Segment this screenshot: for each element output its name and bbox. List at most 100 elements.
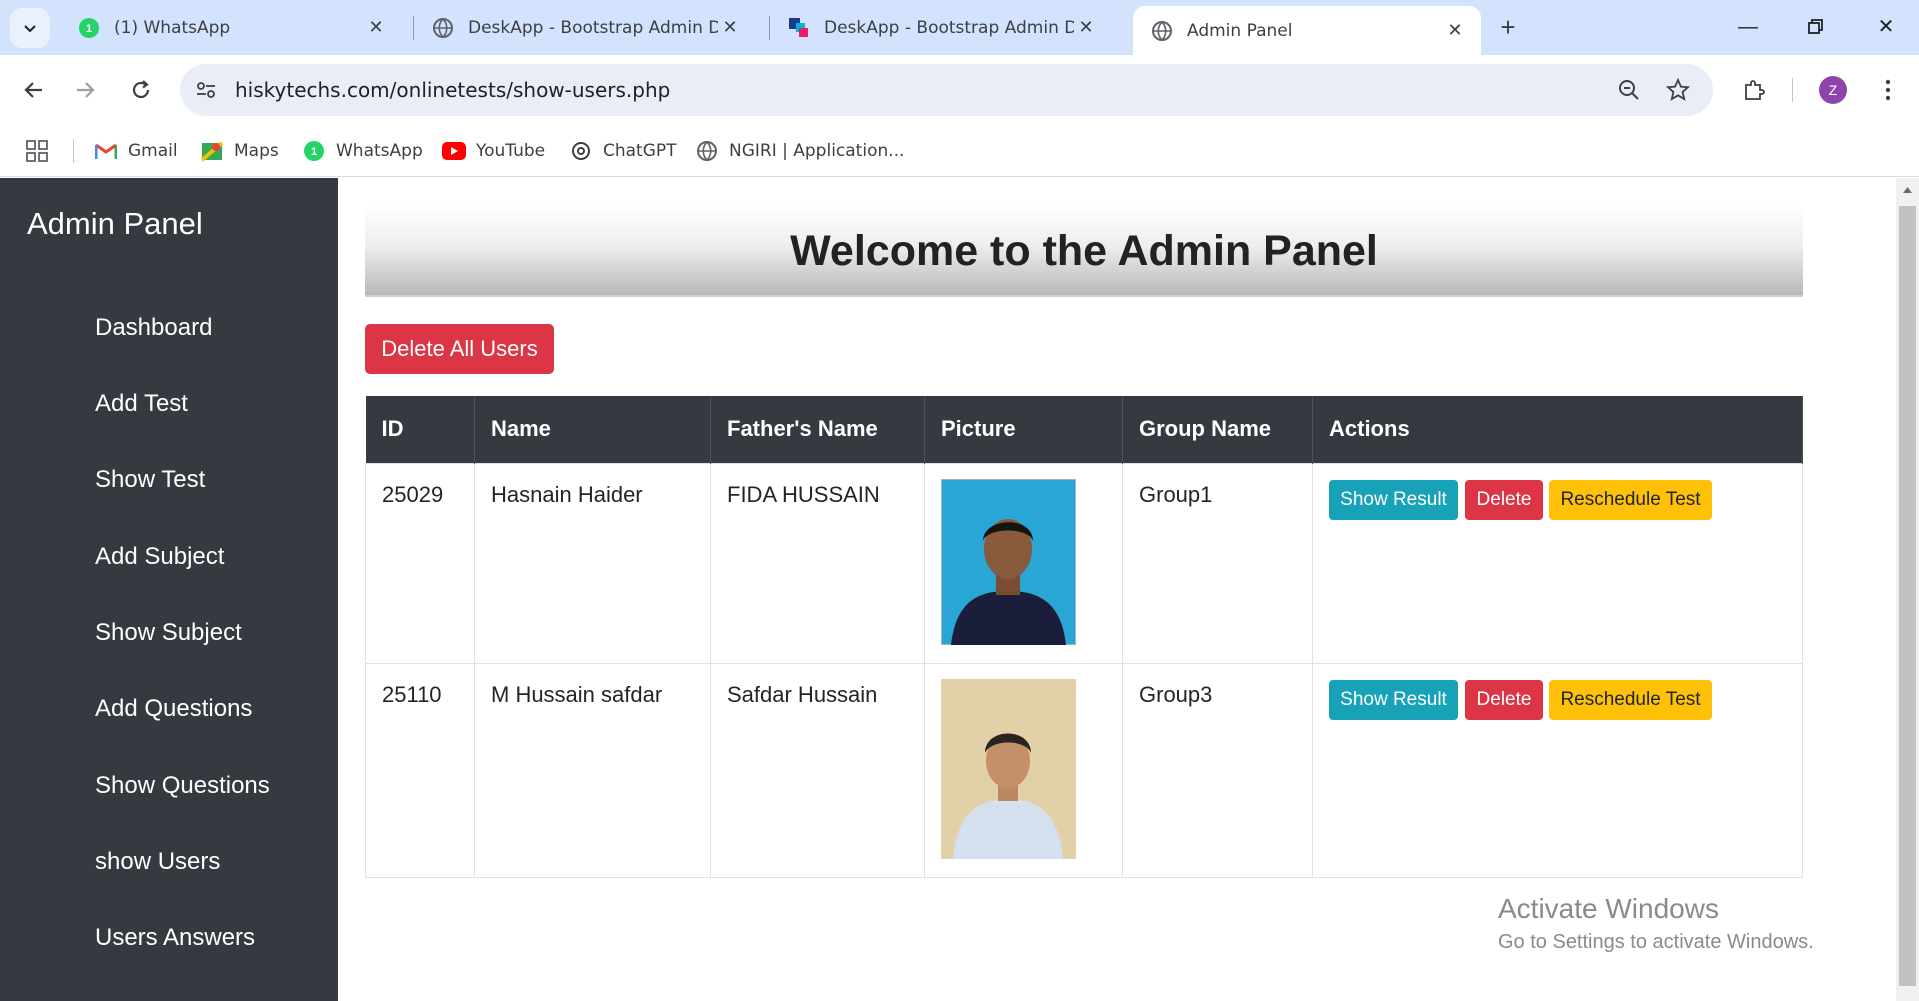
- minimize-button[interactable]: —: [1726, 10, 1770, 44]
- zoom-icon[interactable]: [1615, 76, 1643, 104]
- sidebar-title: Admin Panel: [27, 206, 203, 241]
- tab-title: DeskApp - Bootstrap Admin Da: [824, 18, 1074, 38]
- bookmark-youtube[interactable]: YouTube: [442, 137, 545, 165]
- sidebar-item-show-users[interactable]: show Users: [95, 848, 220, 876]
- bookmark-chatgpt[interactable]: ChatGPT: [569, 137, 677, 165]
- column-header-father-name: Father's Name: [710, 396, 925, 463]
- extensions-button[interactable]: [1736, 72, 1772, 108]
- youtube-icon: [442, 139, 466, 163]
- avatar: Z: [1819, 76, 1847, 104]
- tab-deskapp-2[interactable]: DeskApp - Bootstrap Admin Da ✕: [770, 6, 1112, 50]
- watermark-subtitle: Go to Settings to activate Windows.: [1498, 931, 1814, 953]
- address-bar[interactable]: hiskytechs.com/onlinetests/show-users.ph…: [180, 64, 1713, 116]
- reload-button[interactable]: [123, 72, 159, 108]
- restore-button[interactable]: [1794, 10, 1838, 44]
- bookmark-label: Gmail: [128, 141, 178, 161]
- toolbar-separator: [1792, 78, 1793, 102]
- bookmark-star-icon[interactable]: [1664, 76, 1692, 104]
- bookmarks-bar: Gmail Maps 1 WhatsApp YouTube ChatGPT NG…: [0, 125, 1919, 177]
- bookmark-label: YouTube: [476, 141, 546, 161]
- watermark-title: Activate Windows: [1498, 893, 1719, 924]
- cell-group: Group1: [1122, 462, 1313, 664]
- browser-menu-button[interactable]: [1870, 72, 1906, 108]
- user-photo: [941, 478, 1076, 645]
- tab-title: (1) WhatsApp: [114, 18, 231, 38]
- deskapp-icon: [788, 17, 810, 39]
- cell-name: M Hussain safdar: [474, 662, 711, 878]
- show-result-button[interactable]: Show Result: [1329, 679, 1458, 720]
- svg-text:1: 1: [86, 23, 92, 35]
- scroll-up-icon[interactable]: [1896, 180, 1919, 200]
- bookmark-label: NGIRI | Application...: [729, 141, 905, 161]
- site-settings-icon[interactable]: [192, 76, 220, 104]
- bookmark-gmail[interactable]: Gmail: [94, 137, 178, 165]
- forward-button[interactable]: [68, 72, 104, 108]
- chevron-down-icon: [24, 25, 36, 33]
- bookmark-whatsapp[interactable]: 1 WhatsApp: [302, 137, 423, 165]
- close-tab-icon[interactable]: ✕: [364, 16, 388, 40]
- tab-deskapp-1[interactable]: DeskApp - Bootstrap Admin Da ✕: [414, 6, 756, 50]
- apps-button[interactable]: [26, 137, 48, 165]
- cell-picture: [924, 462, 1123, 664]
- column-header-picture: Picture: [924, 396, 1123, 463]
- cell-name: Hasnain Haider: [474, 462, 711, 664]
- tab-whatsapp[interactable]: 1 (1) WhatsApp ✕: [60, 6, 402, 50]
- column-header-actions: Actions: [1312, 396, 1803, 463]
- sidebar-item-show-subject[interactable]: Show Subject: [95, 619, 242, 647]
- sidebar-item-show-questions[interactable]: Show Questions: [95, 772, 270, 800]
- new-tab-button[interactable]: +: [1492, 12, 1524, 44]
- delete-all-users-button[interactable]: Delete All Users: [365, 324, 554, 374]
- globe-icon: [1151, 20, 1173, 42]
- close-window-button[interactable]: ✕: [1864, 10, 1908, 44]
- delete-user-button[interactable]: Delete: [1465, 679, 1543, 720]
- kebab-menu-icon: [1885, 79, 1891, 101]
- browser-toolbar: hiskytechs.com/onlinetests/show-users.ph…: [0, 55, 1919, 125]
- puzzle-icon: [1745, 80, 1765, 100]
- globe-icon: [432, 17, 454, 39]
- sidebar-item-dashboard[interactable]: Dashboard: [95, 314, 212, 342]
- sidebar-item-add-test[interactable]: Add Test: [95, 390, 188, 418]
- sidebar-item-add-subject[interactable]: Add Subject: [95, 543, 224, 571]
- back-button[interactable]: [15, 72, 51, 108]
- tab-admin-panel[interactable]: Admin Panel ✕: [1133, 6, 1481, 55]
- scrollbar-thumb[interactable]: [1899, 206, 1916, 986]
- reload-icon: [132, 80, 150, 99]
- page-header: Welcome to the Admin Panel: [365, 205, 1803, 297]
- page-title: Welcome to the Admin Panel: [790, 227, 1378, 275]
- cell-id: 25110: [365, 662, 475, 878]
- bookmark-maps[interactable]: Maps: [200, 137, 279, 165]
- sidebar-item-users-answers[interactable]: Users Answers: [95, 924, 255, 952]
- cell-father-name: FIDA HUSSAIN: [710, 462, 925, 664]
- tab-title: Admin Panel: [1187, 20, 1293, 41]
- reschedule-test-button[interactable]: Reschedule Test: [1549, 479, 1712, 520]
- page-scrollbar[interactable]: [1896, 178, 1919, 1001]
- url-text: hiskytechs.com/onlinetests/show-users.ph…: [235, 78, 671, 102]
- table-row: 25029 Hasnain Haider FIDA HUSSAIN Group1: [365, 462, 1803, 664]
- chatgpt-icon: [569, 139, 593, 163]
- close-tab-icon[interactable]: ✕: [718, 16, 742, 40]
- close-tab-icon[interactable]: ✕: [1074, 16, 1098, 40]
- profile-avatar[interactable]: Z: [1815, 72, 1851, 108]
- bookmark-label: Maps: [234, 141, 279, 161]
- sidebar-item-show-test[interactable]: Show Test: [95, 466, 205, 494]
- whatsapp-icon: 1: [302, 139, 326, 163]
- sidebar-item-add-questions[interactable]: Add Questions: [95, 695, 252, 723]
- reschedule-test-button[interactable]: Reschedule Test: [1549, 679, 1712, 720]
- windows-activation-watermark: Activate Windows Go to Settings to activ…: [1498, 893, 1814, 954]
- delete-user-button[interactable]: Delete: [1465, 479, 1543, 520]
- bookmark-separator: [73, 139, 74, 163]
- bookmark-label: ChatGPT: [603, 141, 677, 161]
- forward-arrow-icon: [77, 82, 95, 98]
- bookmark-ngiri[interactable]: NGIRI | Application...: [695, 137, 904, 165]
- close-tab-icon[interactable]: ✕: [1443, 19, 1467, 43]
- maps-icon: [200, 139, 224, 163]
- sidebar: Admin Panel Dashboard Add Test Show Test…: [0, 178, 338, 1001]
- table-row: 25110 M Hussain safdar Safdar Hussain Gr…: [365, 662, 1803, 878]
- bookmark-label: WhatsApp: [336, 141, 423, 161]
- tab-search-button[interactable]: [10, 8, 50, 48]
- column-header-group-name: Group Name: [1122, 396, 1313, 463]
- gmail-icon: [94, 139, 118, 163]
- apps-grid-icon: [26, 140, 48, 162]
- show-result-button[interactable]: Show Result: [1329, 479, 1458, 520]
- column-header-name: Name: [474, 396, 711, 463]
